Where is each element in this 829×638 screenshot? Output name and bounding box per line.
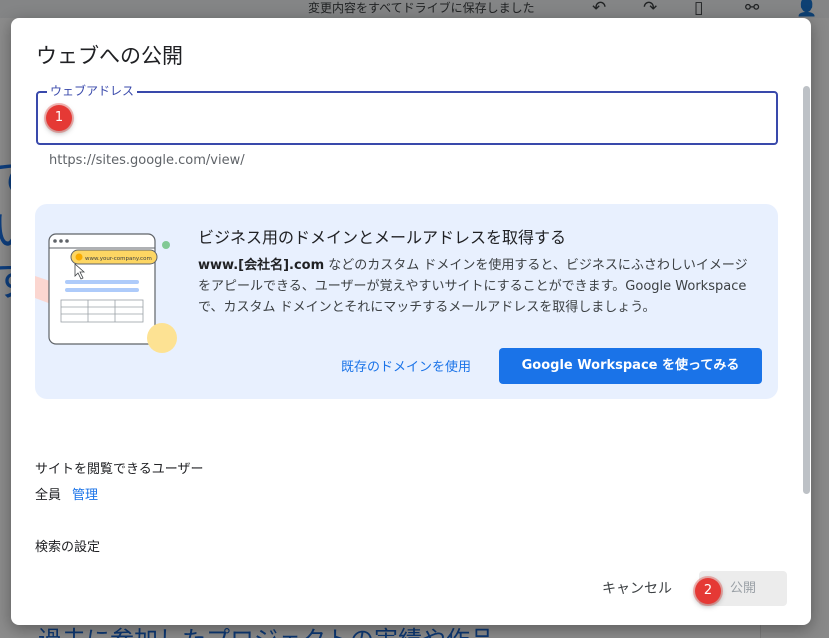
manage-viewers-link[interactable]: 管理 <box>72 484 98 503</box>
use-existing-domain-link[interactable]: 既存のドメインを使用 <box>341 356 471 375</box>
domain-illustration-icon: www.your-company.com <box>35 233 177 353</box>
promo-title: ビジネス用のドメインとメールアドレスを取得する <box>198 228 567 247</box>
publish-dialog: ウェブへの公開 ウェブアドレス https://sites.google.com… <box>11 18 811 625</box>
dialog-title: ウェブへの公開 <box>36 44 183 68</box>
annotation-marker-1: 1 <box>46 105 72 131</box>
viewers-label: サイトを閲覧できるユーザー <box>35 462 204 477</box>
viewers-value: 全員 <box>35 488 62 503</box>
dialog-scrollbar-thumb[interactable] <box>803 86 810 494</box>
promo-domain-example: www.[会社名].com <box>198 258 325 273</box>
try-google-workspace-button[interactable]: Google Workspace を使ってみる <box>499 348 762 384</box>
cancel-button[interactable]: キャンセル <box>602 578 672 598</box>
web-address-prefix: https://sites.google.com/view/ <box>49 153 245 168</box>
promo-description: www.[会社名].com などのカスタム ドメインを使用すると、ビジネスにふさ… <box>198 255 758 318</box>
illustration-url: www.your-company.com <box>85 256 152 262</box>
search-settings-label[interactable]: 検索の設定 <box>35 536 100 555</box>
custom-domain-promo: www.your-company.com ビジネス用のドメインとメールアドレスを… <box>35 204 778 399</box>
web-address-input[interactable] <box>36 91 778 145</box>
web-address-label: ウェブアドレス <box>47 82 138 99</box>
annotation-marker-2: 2 <box>695 578 721 604</box>
